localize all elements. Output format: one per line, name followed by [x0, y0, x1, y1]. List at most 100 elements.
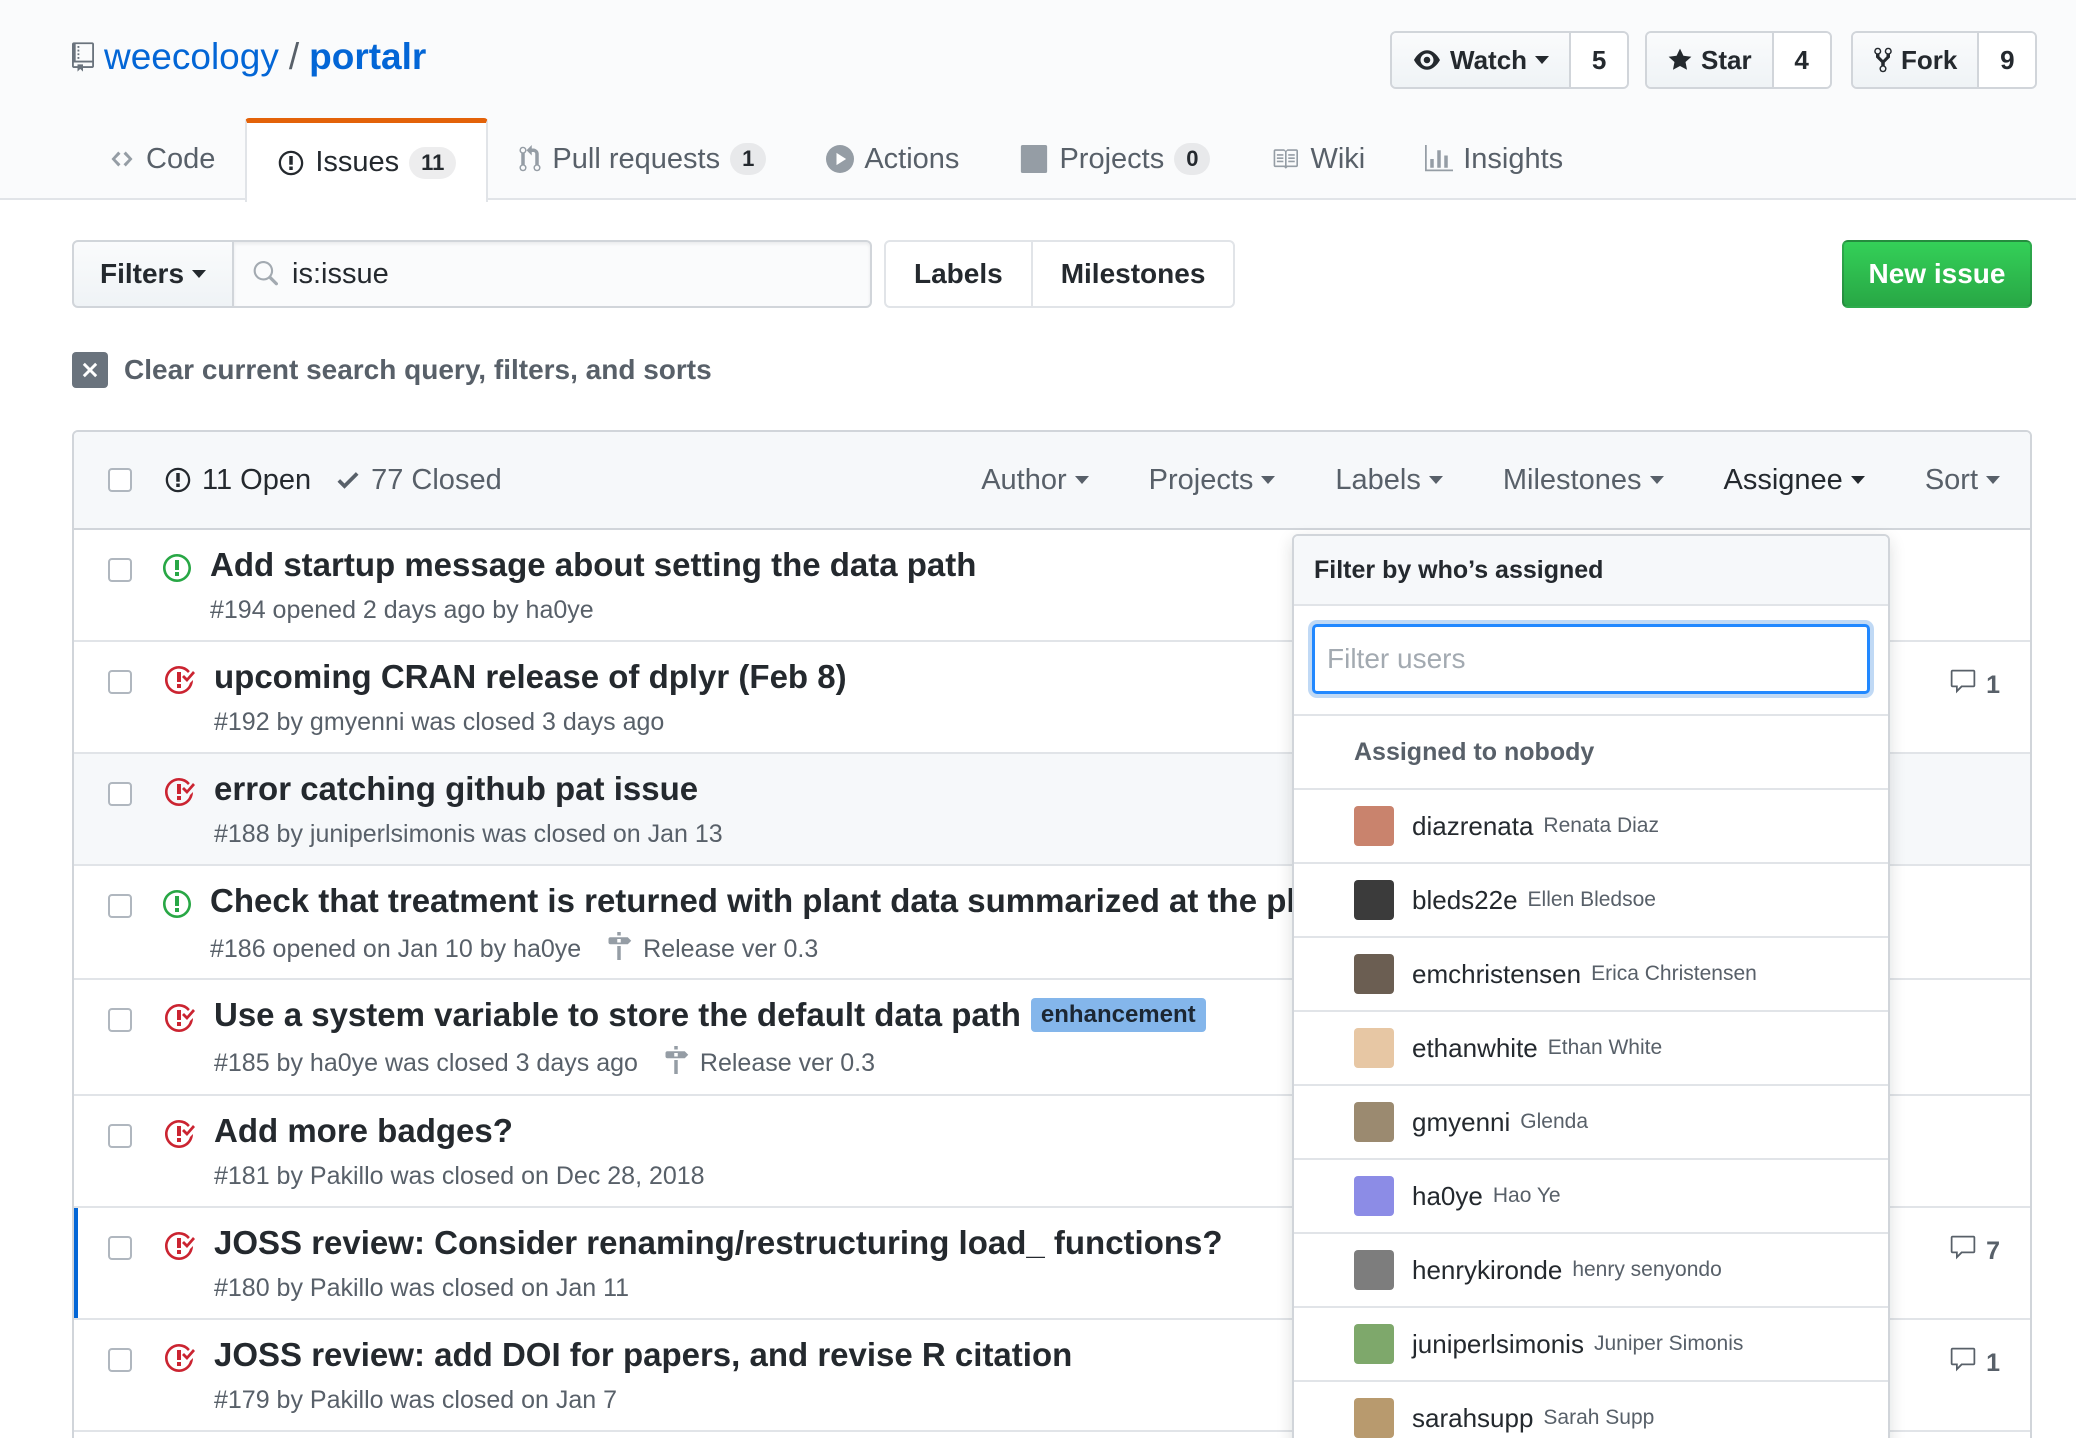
issue-milestone-link[interactable]: Release ver 0.3	[605, 932, 818, 967]
issue-comments-link[interactable]: 1	[1948, 1346, 2000, 1381]
fork-button[interactable]: Fork	[1853, 33, 1980, 87]
issue-checkbox[interactable]	[108, 894, 132, 918]
issue-title-row: Add startup message about setting the da…	[210, 546, 976, 584]
issue-meta: #180 by Pakillo was closed on Jan 11	[214, 1274, 629, 1303]
open-issues-link[interactable]: 11 Open	[164, 464, 311, 497]
star-button[interactable]: Star	[1647, 33, 1774, 87]
assignee-user-list: diazrenata Renata Diaz bleds22e Ellen Bleds…	[1294, 790, 1888, 1438]
issue-checkbox[interactable]	[108, 670, 132, 694]
filters-dropdown-button[interactable]: Filters	[72, 240, 235, 308]
issue-checkbox[interactable]	[108, 1008, 132, 1032]
chevron-down-icon	[1261, 476, 1276, 484]
assignee-user-item[interactable]: diazrenata Renata Diaz	[1294, 790, 1888, 864]
assignee-user-item[interactable]: juniperlsimonis Juniper Simonis	[1294, 1308, 1888, 1382]
tab-code[interactable]: Code	[78, 118, 245, 200]
assignee-user-item[interactable]: gmyenni Glenda	[1294, 1086, 1888, 1160]
tab-actions[interactable]: Actions	[796, 118, 989, 200]
user-full-name: Renata Diaz	[1543, 814, 1659, 837]
issue-title-link[interactable]: Check that treatment is returned with pl…	[210, 882, 1327, 919]
star-count[interactable]: 4	[1773, 33, 1830, 87]
select-all-checkbox[interactable]	[108, 468, 132, 492]
issue-checkbox[interactable]	[108, 1236, 132, 1260]
milestones-filter-label: Milestones	[1502, 463, 1642, 496]
author-filter[interactable]: Author	[981, 464, 1089, 497]
tab-pull-requests[interactable]: Pull requests 1	[488, 118, 796, 200]
watch-count[interactable]: 5	[1571, 33, 1628, 87]
clear-filters-label: Clear current search query, filters, and…	[124, 354, 712, 385]
issue-title-link[interactable]: JOSS review: Consider renaming/restructu…	[214, 1224, 1223, 1261]
issue-title-link[interactable]: Add startup message about setting the da…	[210, 546, 976, 583]
tab-issues-counter: 11	[409, 146, 457, 179]
x-icon	[72, 352, 108, 388]
assignee-user-item[interactable]: emchristensen Erica Christensen	[1294, 938, 1888, 1012]
issue-title-link[interactable]: error catching github pat issue	[214, 770, 698, 807]
milestones-filter[interactable]: Milestones	[1503, 464, 1664, 497]
comment-icon	[1948, 1234, 1986, 1269]
assignee-user-item[interactable]: ha0ye Hao Ye	[1294, 1160, 1888, 1234]
issue-title-row: Use a system variable to store the defau…	[214, 996, 1206, 1034]
tab-projects[interactable]: Projects 0	[989, 118, 1240, 200]
issue-checkbox[interactable]	[108, 782, 132, 806]
chevron-down-icon	[1535, 56, 1550, 64]
issue-meta-text: #194 opened 2 days ago by ha0ye	[210, 596, 594, 624]
user-login: ethanwhite	[1412, 1032, 1538, 1063]
issue-milestone-link[interactable]: Release ver 0.3	[662, 1046, 875, 1081]
labels-filter[interactable]: Labels	[1335, 464, 1443, 497]
issue-meta-text: #180 by Pakillo was closed on Jan 11	[214, 1274, 630, 1302]
tab-code-label: Code	[146, 142, 216, 175]
tab-insights-label: Insights	[1463, 142, 1564, 175]
repo-owner-link[interactable]: weecology	[104, 36, 279, 78]
issue-title-link[interactable]: Add more badges?	[214, 1112, 513, 1149]
repo-name-link[interactable]: portalr	[309, 36, 426, 78]
issue-comments-link[interactable]: 7	[1948, 1234, 2000, 1269]
filter-users-input[interactable]	[1312, 624, 1870, 694]
watch-button[interactable]: Watch	[1392, 33, 1572, 87]
avatar	[1354, 1324, 1394, 1364]
labels-button[interactable]: Labels	[886, 242, 1031, 306]
issue-title-row: Add more badges?	[214, 1112, 513, 1150]
assignee-user-item[interactable]: ethanwhite Ethan White	[1294, 1012, 1888, 1086]
comment-icon	[1948, 668, 1986, 703]
assignee-filter-field	[1294, 606, 1888, 716]
closed-issues-link[interactable]: 77 Closed	[335, 464, 502, 497]
issue-title-link[interactable]: JOSS review: add DOI for papers, and rev…	[214, 1336, 1072, 1373]
chevron-down-icon	[192, 270, 207, 278]
issue-title-row: JOSS review: Consider renaming/restructu…	[214, 1224, 1223, 1262]
assignee-user-item[interactable]: sarahsupp Sarah Supp	[1294, 1382, 1888, 1438]
tab-insights[interactable]: Insights	[1395, 118, 1593, 200]
clear-filters-link[interactable]: Clear current search query, filters, and…	[72, 352, 712, 388]
issue-title-link[interactable]: upcoming CRAN release of dplyr (Feb 8)	[214, 658, 847, 695]
issue-title-link[interactable]: Use a system variable to store the defau…	[214, 996, 1021, 1033]
milestone-icon	[662, 1046, 700, 1081]
assignee-filter-label: Assignee	[1723, 463, 1843, 496]
new-issue-button[interactable]: New issue	[1842, 240, 2032, 308]
issue-meta: #192 by gmyenni was closed 3 days ago	[214, 708, 664, 737]
projects-filter[interactable]: Projects	[1149, 464, 1276, 497]
assigned-to-nobody-item[interactable]: Assigned to nobody	[1294, 716, 1888, 790]
issue-comments-link[interactable]: 1	[1948, 668, 2000, 703]
issue-comment-count: 7	[1986, 1237, 2000, 1265]
issue-label[interactable]: enhancement	[1030, 998, 1206, 1032]
eye-icon	[1414, 50, 1440, 70]
issue-meta-text: #192 by gmyenni was closed 3 days ago	[214, 708, 665, 736]
user-login: sarahsupp	[1412, 1402, 1534, 1433]
issue-closed-icon	[162, 1230, 196, 1267]
watch-label: Watch	[1450, 44, 1528, 75]
tab-issues[interactable]: Issues 11	[245, 118, 489, 202]
fork-count[interactable]: 9	[1979, 33, 2036, 87]
chevron-down-icon	[1074, 476, 1089, 484]
assignee-user-item[interactable]: henrykironde henry senyondo	[1294, 1234, 1888, 1308]
issue-checkbox[interactable]	[108, 1348, 132, 1372]
issue-search-input[interactable]	[292, 257, 853, 291]
milestones-button[interactable]: Milestones	[1030, 242, 1234, 306]
user-login: emchristensen	[1412, 958, 1582, 989]
sort-filter[interactable]: Sort	[1925, 464, 2000, 497]
tab-pull-requests-counter: 1	[730, 143, 767, 175]
assignee-user-item[interactable]: bleds22e Ellen Bledsoe	[1294, 864, 1888, 938]
user-full-name: Sarah Supp	[1543, 1406, 1655, 1429]
tab-wiki[interactable]: Wiki	[1240, 118, 1395, 200]
issue-checkbox[interactable]	[108, 558, 132, 582]
user-login: diazrenata	[1412, 810, 1534, 841]
assignee-filter[interactable]: Assignee	[1724, 464, 1865, 497]
issue-checkbox[interactable]	[108, 1124, 132, 1148]
